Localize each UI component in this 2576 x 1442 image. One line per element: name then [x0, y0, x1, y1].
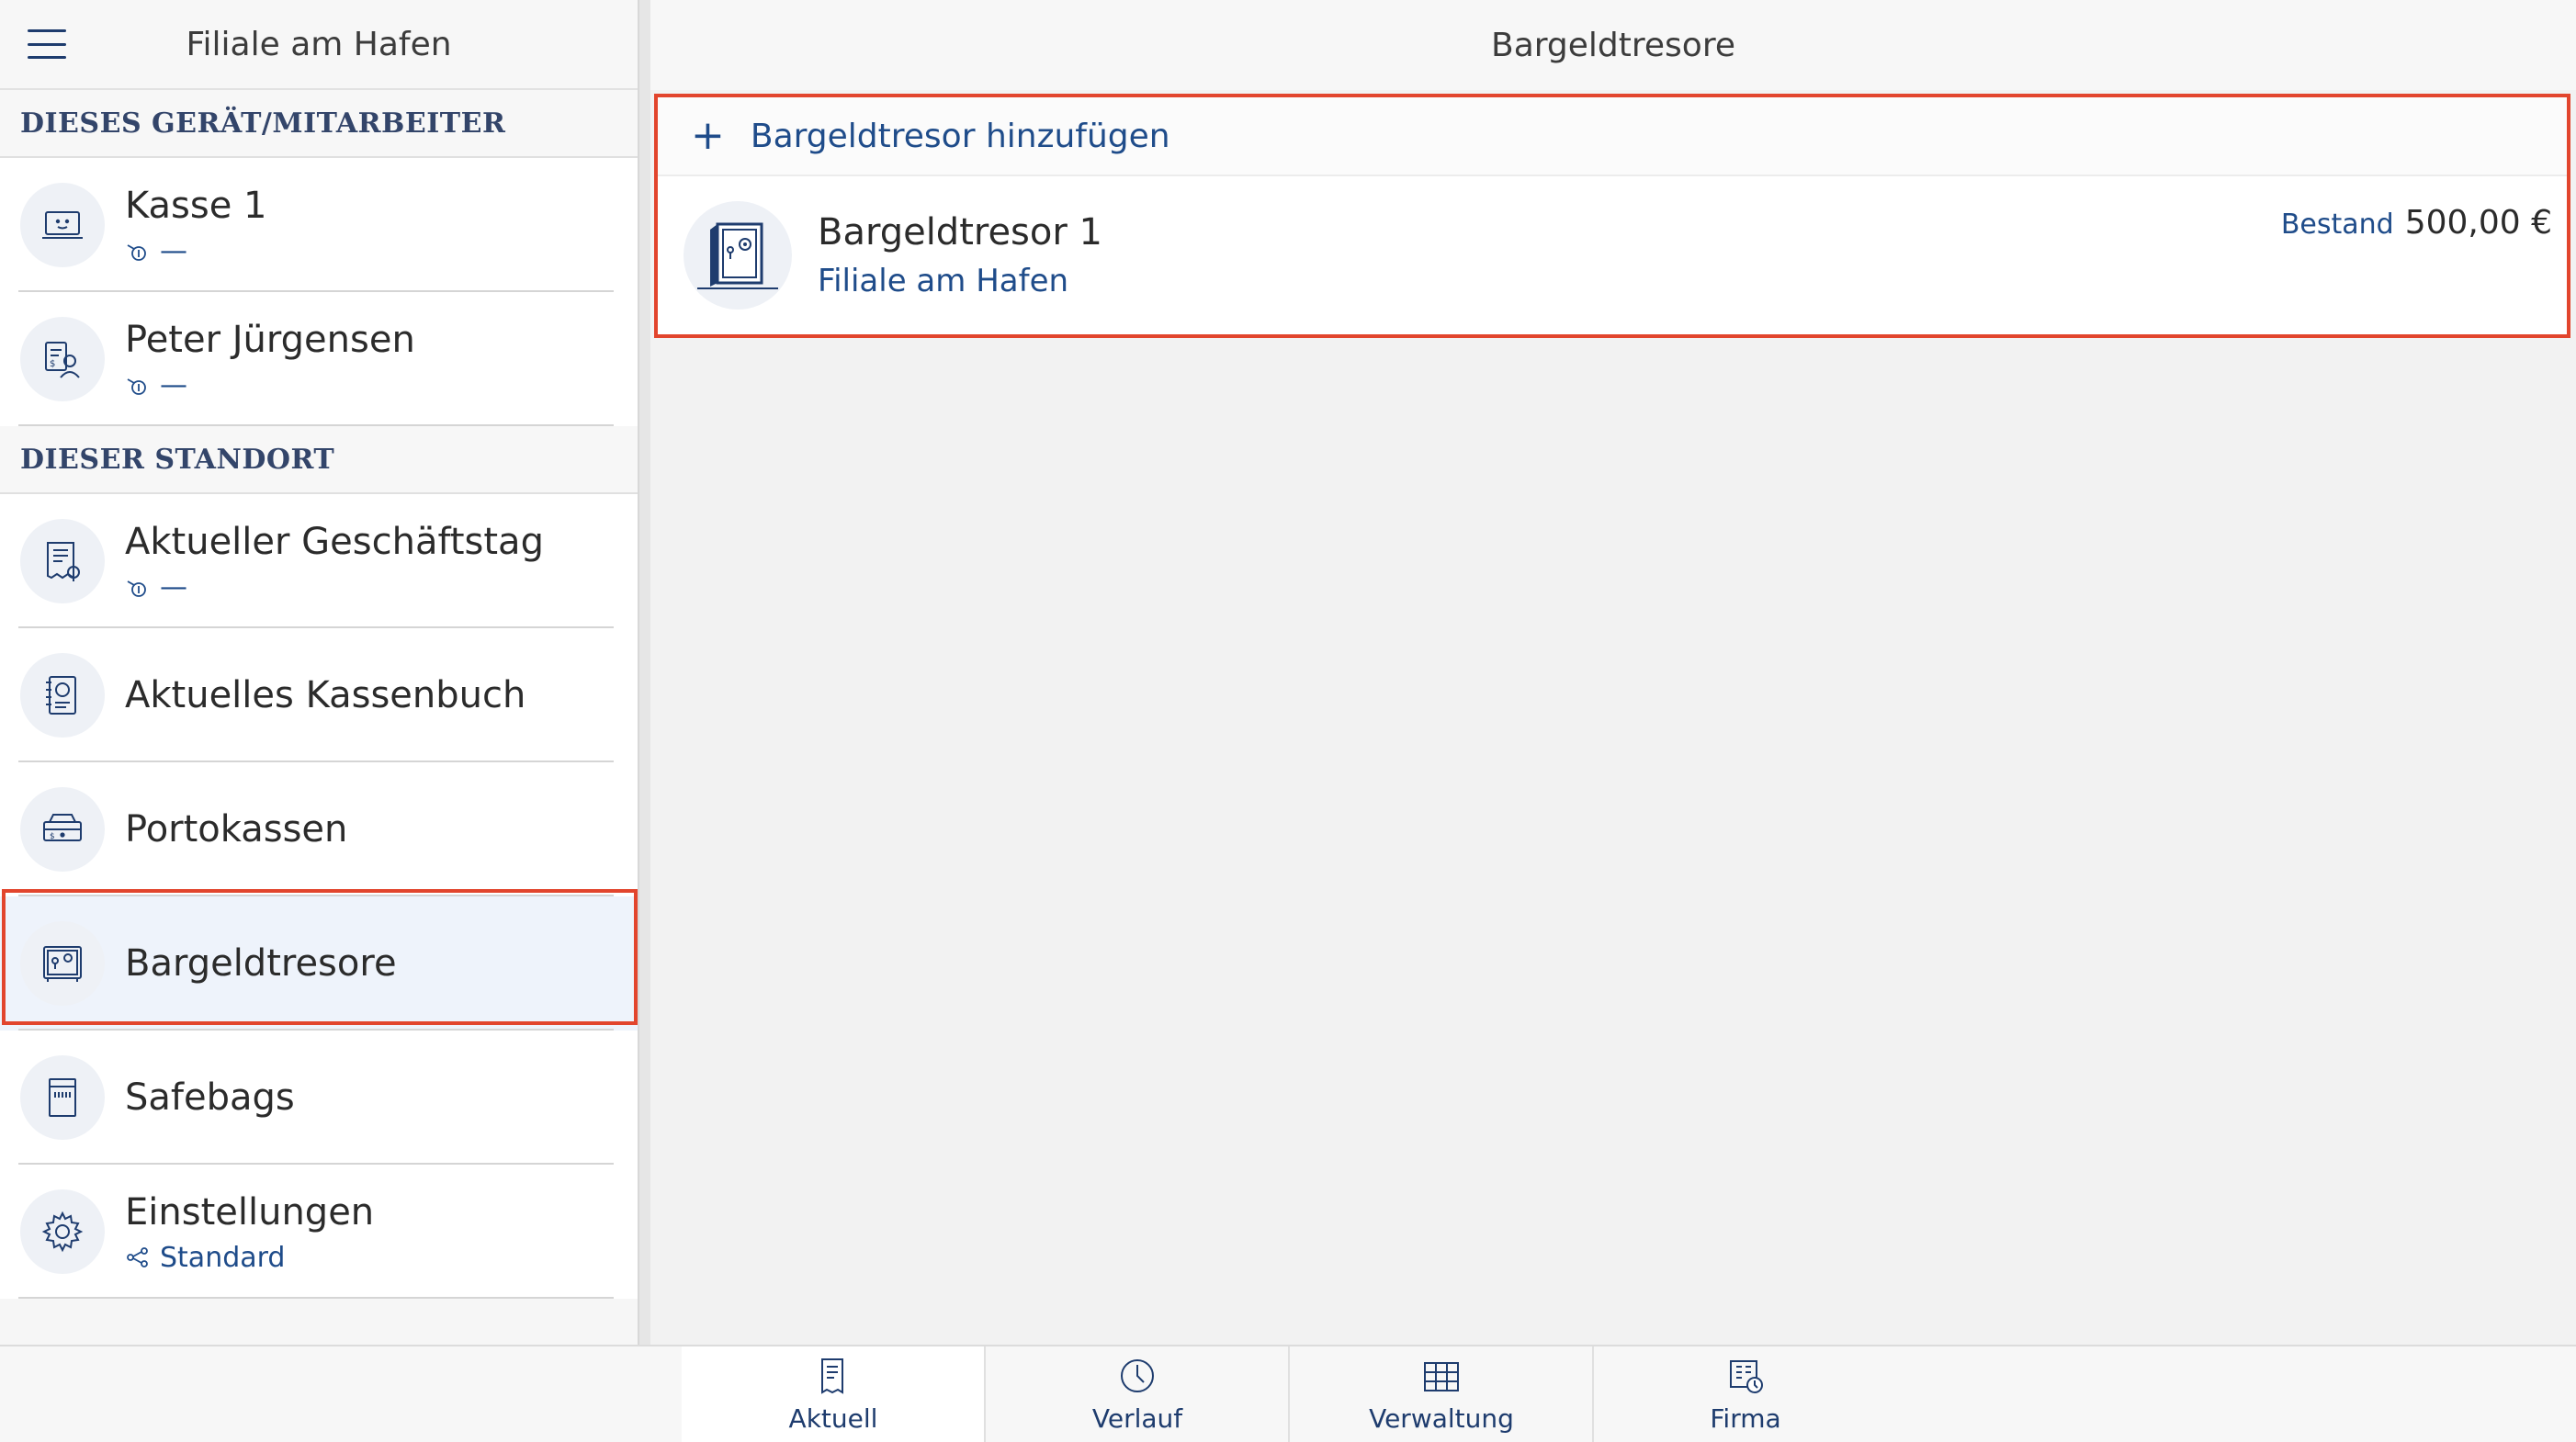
- sidebar-item-label: Kasse 1: [125, 184, 267, 227]
- settings-profile: Standard: [160, 1241, 286, 1274]
- tab-verwaltung[interactable]: Verwaltung: [1290, 1346, 1593, 1442]
- safe-balance: Bestand 500,00 €: [2281, 204, 2552, 242]
- cashbook-icon: [20, 653, 105, 738]
- business-day-icon: [20, 519, 105, 603]
- add-safe-button[interactable]: + Bargeldtresor hinzufügen: [658, 97, 2567, 176]
- register-icon: [20, 183, 105, 267]
- sidebar: Filiale am Hafen DIESES GERÄT/MITARBEITE…: [0, 0, 638, 1348]
- share-icon: [127, 1247, 148, 1267]
- sidebar-title: Filiale am Hafen: [186, 25, 452, 63]
- sidebar-item-settings[interactable]: Einstellungen Standard: [0, 1165, 638, 1299]
- svg-text:$: $: [50, 359, 55, 369]
- clock-icon: [1121, 1358, 1154, 1392]
- gear-icon: [20, 1189, 105, 1274]
- sidebar-item-label: Einstellungen: [125, 1190, 375, 1234]
- safe-name: Bargeldtresor 1: [818, 211, 1102, 253]
- balance-value: 500,00 €: [2404, 204, 2552, 242]
- sidebar-item-cashbook[interactable]: Aktuelles Kassenbuch: [0, 628, 638, 762]
- tab-aktuell[interactable]: Aktuell: [682, 1346, 985, 1442]
- tab-label: Verlauf: [1091, 1403, 1183, 1434]
- bottom-tab-bar: Aktuell Verlauf Verwaltung Firma: [0, 1345, 2576, 1442]
- sidebar-item-label: Safebags: [125, 1076, 295, 1119]
- company-icon: [1730, 1359, 1763, 1393]
- document-icon: [821, 1358, 843, 1394]
- hamburger-icon[interactable]: [26, 28, 68, 61]
- list-item[interactable]: Bargeldtresor 1 Filiale am Hafen Bestand…: [658, 176, 2567, 334]
- section-header-location: DIESER STANDORT: [0, 426, 638, 494]
- sidebar-item-status: —: [160, 368, 187, 401]
- employee-money-icon: $: [20, 317, 105, 401]
- sidebar-item-employee[interactable]: $ Peter Jürgensen —: [0, 292, 638, 426]
- sidebar-item-petty-cash[interactable]: $ Portokassen: [0, 762, 638, 896]
- cash-status-icon: [127, 580, 146, 597]
- tab-label: Firma: [1710, 1403, 1781, 1434]
- sidebar-item-kasse-1[interactable]: Kasse 1 —: [0, 158, 638, 292]
- petty-cash-icon: $: [20, 787, 105, 872]
- sidebar-item-label: Peter Jürgensen: [125, 318, 415, 361]
- cash-status-icon: [127, 378, 146, 395]
- sidebar-item-safes[interactable]: Bargeldtresore: [0, 896, 638, 1031]
- safe-list-panel: + Bargeldtresor hinzufügen Bargeldtresor…: [654, 94, 2570, 338]
- sidebar-item-safebags[interactable]: Safebags: [0, 1031, 638, 1165]
- add-safe-label: Bargeldtresor hinzufügen: [750, 117, 1170, 155]
- balance-label: Bestand: [2280, 208, 2394, 241]
- tab-verlauf[interactable]: Verlauf: [986, 1346, 1289, 1442]
- sidebar-item-label: Bargeldtresore: [125, 942, 397, 985]
- sidebar-item-label: Aktuelles Kassenbuch: [125, 674, 526, 716]
- cash-status-icon: [127, 244, 146, 261]
- sidebar-item-status: —: [160, 570, 187, 603]
- safe-icon: [684, 201, 792, 310]
- sidebar-item-label: Aktueller Geschäftstag: [125, 520, 544, 563]
- sidebar-item-status: —: [160, 234, 187, 267]
- section-header-device: DIESES GERÄT/MITARBEITER: [0, 90, 638, 158]
- sidebar-item-business-day[interactable]: Aktueller Geschäftstag —: [0, 494, 638, 628]
- page-title: Bargeldtresore: [650, 0, 2576, 90]
- grid-icon: [1424, 1361, 1459, 1391]
- plus-icon: +: [691, 112, 725, 159]
- svg-text:$: $: [50, 832, 55, 841]
- tab-label: Verwaltung: [1369, 1403, 1514, 1434]
- tab-label: Aktuell: [788, 1403, 878, 1434]
- safe-location: Filiale am Hafen: [818, 263, 1069, 299]
- sidebar-header: Filiale am Hafen: [0, 0, 638, 90]
- tab-firma[interactable]: Firma: [1594, 1346, 1897, 1442]
- safebag-icon: [20, 1055, 105, 1140]
- sidebar-spacer: [0, 1299, 638, 1348]
- sidebar-item-label: Portokassen: [125, 808, 348, 851]
- main-panel: Bargeldtresore + Bargeldtresor hinzufüge…: [650, 0, 2576, 1345]
- split-divider[interactable]: [638, 0, 650, 1345]
- safe-icon: [20, 921, 105, 1006]
